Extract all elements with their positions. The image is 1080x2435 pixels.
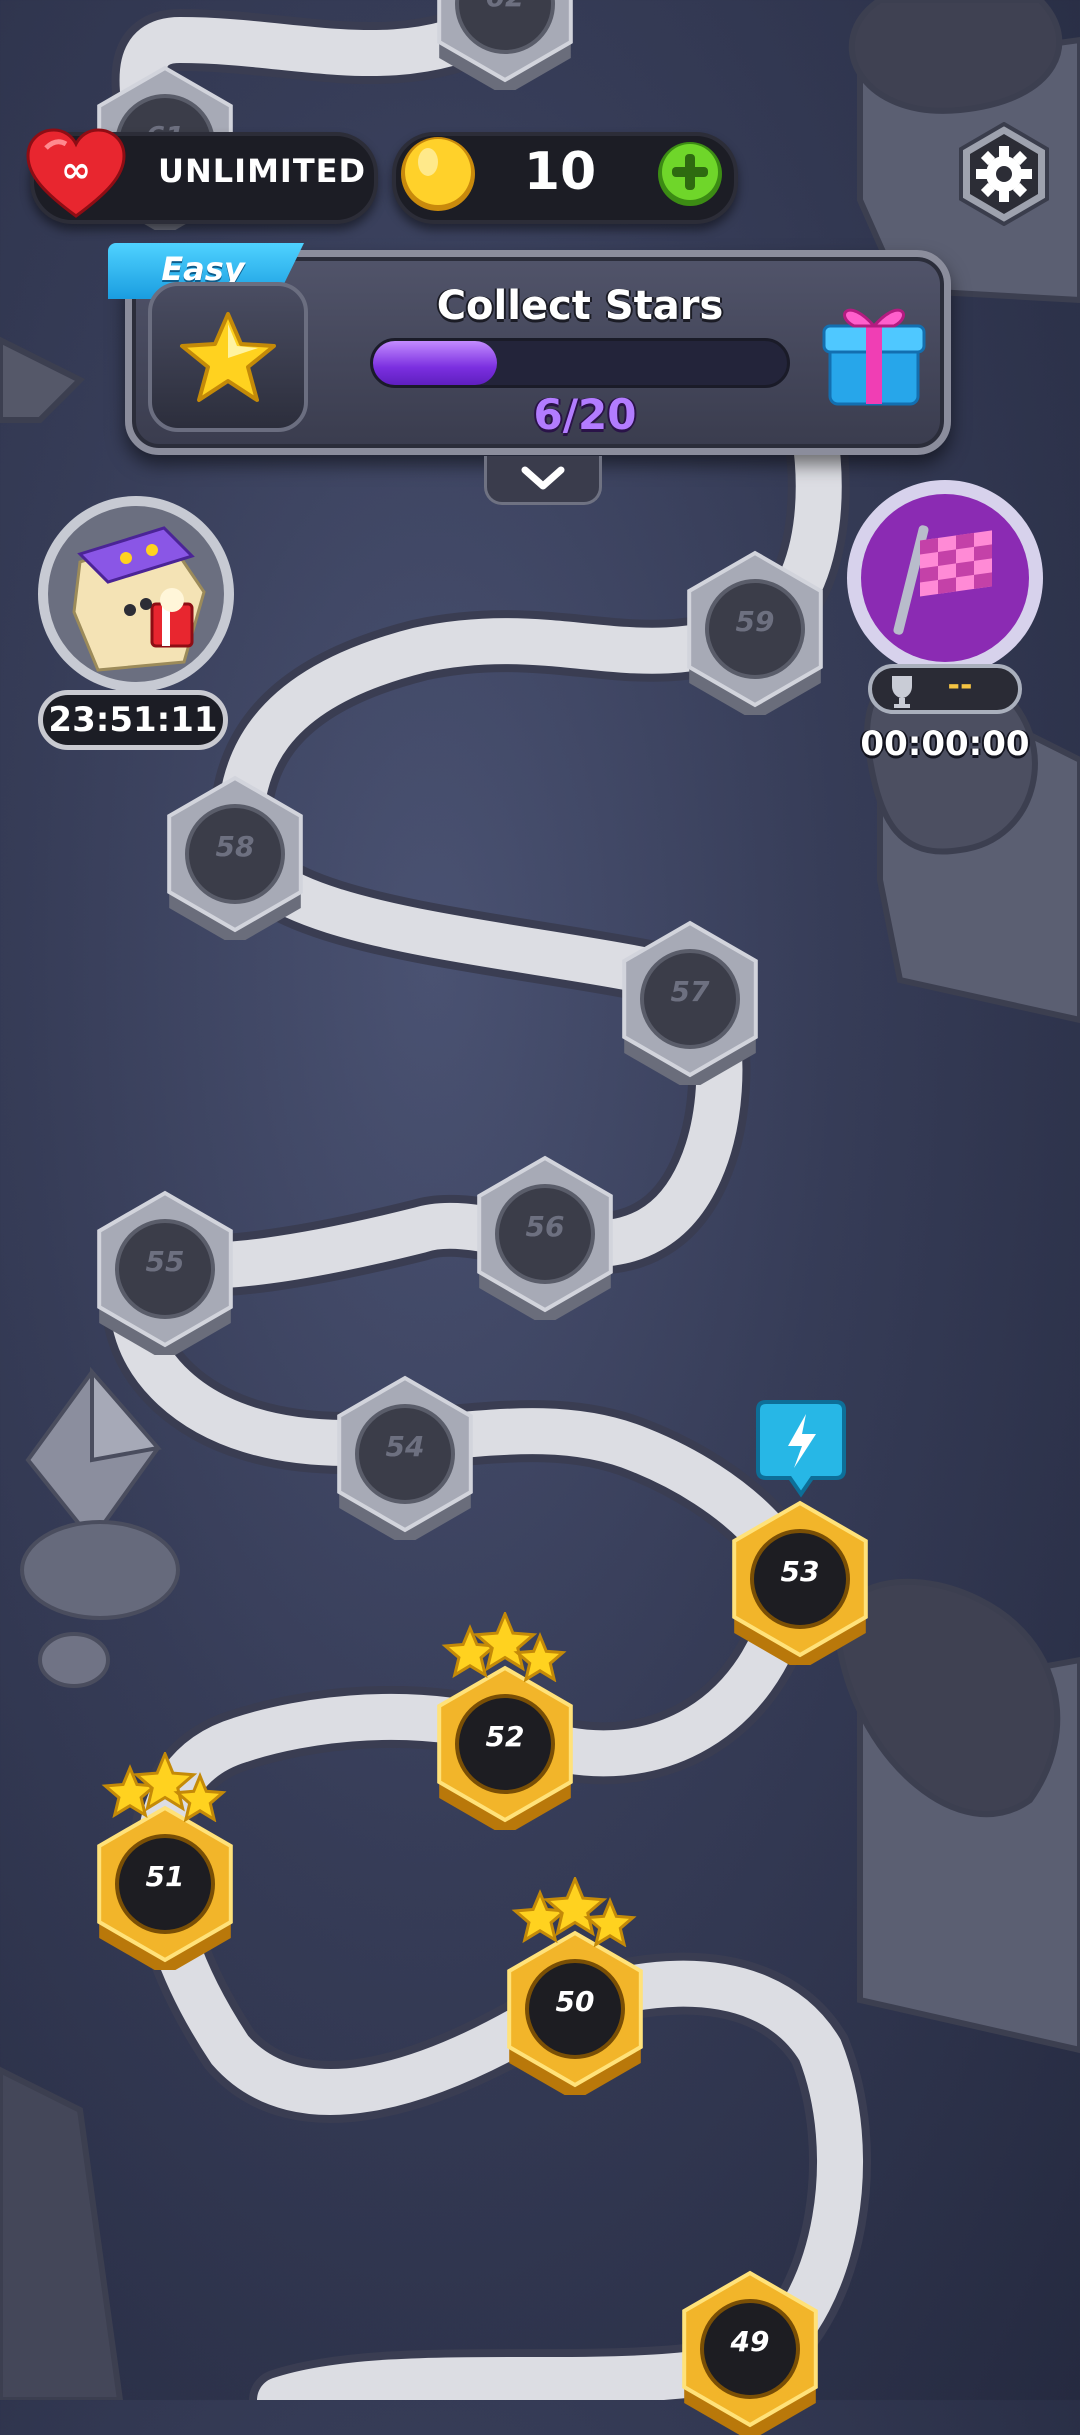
event-button[interactable] [34, 492, 238, 696]
event-timer: 23:51:11 [48, 700, 218, 740]
level-number: 55 [145, 1245, 185, 1278]
settings-button[interactable] [952, 121, 1056, 227]
level-number: 58 [215, 830, 255, 863]
level-node-52[interactable]: 52 [420, 1612, 590, 1830]
plus-icon [658, 142, 722, 206]
level-number: 59 [735, 605, 775, 638]
coin-icon [398, 134, 478, 214]
quest-star-box [148, 282, 308, 432]
level-number: 49 [730, 2325, 770, 2358]
quest-progress-text: 6/20 [533, 390, 637, 439]
level-stars [511, 1877, 637, 1947]
lives-label: UNLIMITED [158, 152, 367, 190]
gear-icon [959, 121, 1049, 227]
level-number: 50 [555, 1985, 595, 2018]
level-number: 56 [525, 1210, 565, 1243]
level-node-55[interactable]: 55 [80, 1185, 250, 1355]
level-number: 57 [670, 975, 710, 1008]
level-node-51[interactable]: 51 [80, 1752, 250, 1970]
coins-count: 10 [523, 142, 597, 202]
race-rank: -- [947, 668, 973, 703]
level-number: 51 [145, 1860, 185, 1893]
booster-marker[interactable] [756, 1394, 846, 1504]
lightning-icon [756, 1400, 846, 1498]
add-coins-button[interactable] [656, 140, 724, 208]
quest-title: Collect Stars [436, 283, 724, 329]
star-icon [180, 312, 276, 402]
race-timer: 00:00:00 [860, 724, 1030, 764]
level-node-49[interactable]: 49 [665, 2265, 835, 2435]
quest-expand-button[interactable] [484, 456, 602, 505]
checkered-flag-icon [847, 480, 1043, 676]
level-number: 52 [485, 1720, 525, 1753]
level-number: 62 [420, 0, 590, 13]
level-node-58[interactable]: 58 [150, 770, 320, 940]
level-node-62[interactable]: 62 [420, 0, 590, 90]
heart-infinity-icon: ∞ [26, 128, 126, 220]
level-number: 54 [385, 1430, 425, 1463]
level-stars [441, 1612, 567, 1682]
level-node-59[interactable]: 59 [670, 545, 840, 715]
quest-progress-bar [370, 338, 790, 388]
level-node-56[interactable]: 56 [460, 1150, 630, 1320]
quest-progress-fill [373, 341, 498, 385]
level-node-50[interactable]: 50 [490, 1877, 660, 2095]
level-node-53[interactable]: 53 [715, 1495, 885, 1665]
quest-reward-gift[interactable] [818, 292, 930, 412]
level-stars [101, 1752, 227, 1822]
chevron-down-icon [521, 466, 565, 490]
gift-icon [822, 308, 926, 406]
trophy-icon [892, 676, 912, 708]
level-node-54[interactable]: 54 [320, 1370, 490, 1540]
race-button[interactable] [838, 478, 1052, 678]
level-number: 53 [780, 1555, 820, 1588]
svg-text:∞: ∞ [61, 150, 91, 191]
popcorn-book-icon [38, 496, 234, 692]
level-node-57[interactable]: 57 [605, 915, 775, 1085]
